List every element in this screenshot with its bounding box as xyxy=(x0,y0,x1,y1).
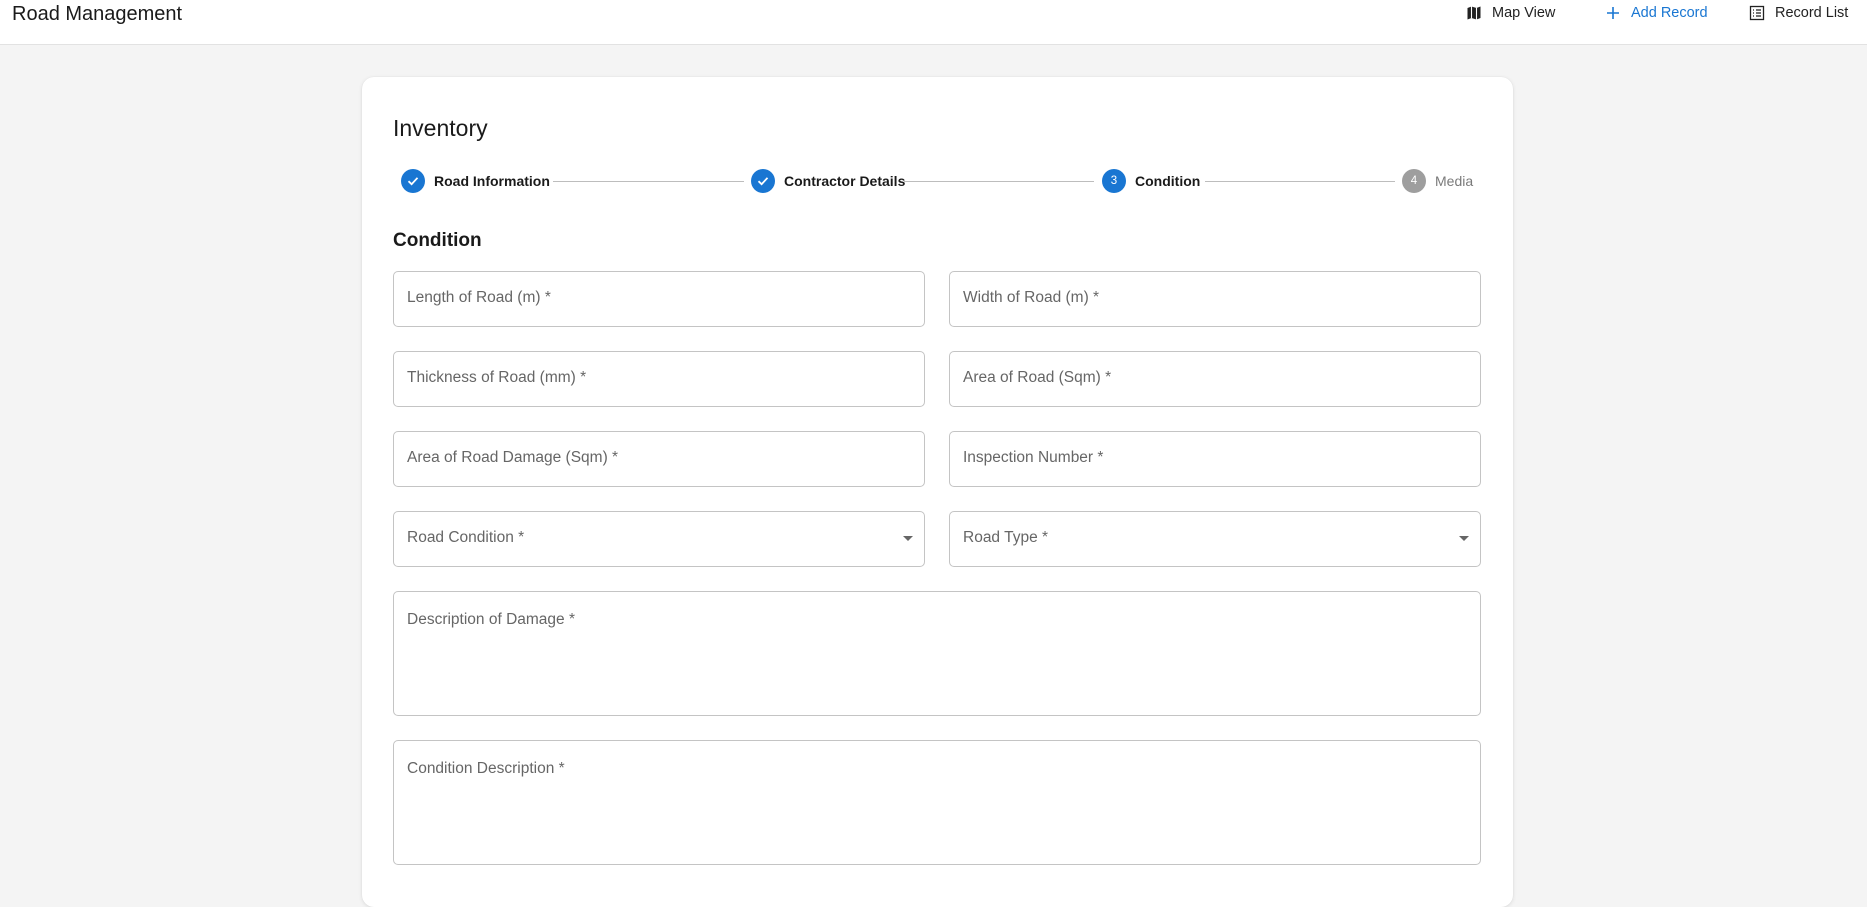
step-label: Media xyxy=(1435,173,1474,189)
road-type-select[interactable]: Road Type * xyxy=(949,511,1481,567)
form-title: Inventory xyxy=(393,115,488,141)
road-condition-select[interactable]: Road Condition * xyxy=(393,511,925,567)
field-label: Area of Road (Sqm) * xyxy=(963,369,1112,386)
check-icon xyxy=(751,169,775,193)
step-media[interactable]: 4 Media xyxy=(1402,169,1473,193)
thickness-of-road-input[interactable]: Thickness of Road (mm) * xyxy=(393,351,925,407)
condition-description-textarea[interactable]: Condition Description * xyxy=(393,740,1481,865)
field-label: Length of Road (m) * xyxy=(407,289,551,306)
field-label: Road Type * xyxy=(963,529,1049,546)
map-view-label: Map View xyxy=(1492,5,1556,21)
step-connector xyxy=(904,181,1094,182)
step-contractor-details[interactable]: Contractor Details xyxy=(751,169,905,193)
field-label: Inspection Number * xyxy=(963,449,1104,466)
record-list-button[interactable]: Record List xyxy=(1749,3,1848,23)
field-label: Area of Road Damage (Sqm) * xyxy=(407,449,619,466)
record-list-label: Record List xyxy=(1775,5,1849,21)
step-number: 4 xyxy=(1402,169,1426,193)
add-record-button[interactable]: Add Record xyxy=(1605,3,1708,23)
area-of-road-damage-input[interactable]: Area of Road Damage (Sqm) * xyxy=(393,431,925,487)
description-of-damage-textarea[interactable]: Description of Damage * xyxy=(393,591,1481,716)
map-view-button[interactable]: Map View xyxy=(1466,3,1555,23)
step-label: Contractor Details xyxy=(784,173,906,189)
area-of-road-input[interactable]: Area of Road (Sqm) * xyxy=(949,351,1481,407)
step-label: Road Information xyxy=(434,173,550,189)
step-road-information[interactable]: Road Information xyxy=(401,169,550,193)
field-label: Thickness of Road (mm) * xyxy=(407,369,587,386)
step-number: 3 xyxy=(1102,169,1126,193)
plus-icon xyxy=(1605,5,1621,21)
step-condition[interactable]: 3 Condition xyxy=(1102,169,1200,193)
field-label: Road Condition * xyxy=(407,529,525,546)
field-label: Width of Road (m) * xyxy=(963,289,1100,306)
map-icon xyxy=(1466,5,1482,21)
dropdown-arrow-icon xyxy=(1459,536,1469,541)
form-card: Inventory Road Information Contractor De… xyxy=(362,77,1513,907)
step-label: Condition xyxy=(1135,173,1201,189)
app-title: Road Management xyxy=(12,3,183,25)
list-icon xyxy=(1749,5,1765,21)
add-record-label: Add Record xyxy=(1631,5,1708,21)
inspection-number-input[interactable]: Inspection Number * xyxy=(949,431,1481,487)
app-bar: Road Management Map View Add Record Reco… xyxy=(0,0,1867,45)
check-icon xyxy=(401,169,425,193)
field-label: Condition Description * xyxy=(407,760,565,777)
step-connector xyxy=(1205,181,1395,182)
field-label: Description of Damage * xyxy=(407,611,575,628)
width-of-road-input[interactable]: Width of Road (m) * xyxy=(949,271,1481,327)
step-connector xyxy=(553,181,744,182)
length-of-road-input[interactable]: Length of Road (m) * xyxy=(393,271,925,327)
section-title: Condition xyxy=(393,230,482,251)
dropdown-arrow-icon xyxy=(903,536,913,541)
